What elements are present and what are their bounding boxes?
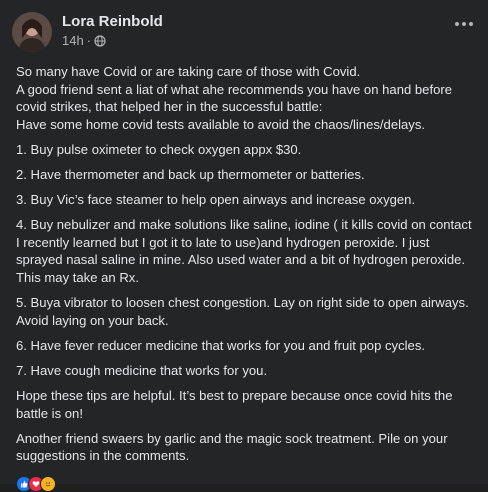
- reactions-summary[interactable]: [16, 476, 476, 492]
- list-item: 6. Have fever reducer medicine that work…: [16, 337, 426, 353]
- facebook-post: Lora Reinbold 14h · So many have Covid o…: [0, 0, 488, 492]
- intro-line: So many have Covid or are taking care of…: [16, 64, 361, 79]
- list-item: 1. Buy pulse oximeter to check oxygen ap…: [16, 141, 302, 157]
- post-text: So many have Covid or are taking care of…: [16, 63, 478, 472]
- list-item: 7. Have cough medicine that works for yo…: [16, 362, 268, 378]
- post-header: Lora Reinbold 14h ·: [12, 12, 476, 54]
- list-item: 5. Buya vibrator to loosen chest congest…: [16, 295, 469, 328]
- outro-paragraph: Hope these tips are helpful. It’s best t…: [16, 387, 453, 421]
- globe-icon[interactable]: [94, 34, 106, 47]
- list-item: 4. Buy nebulizer and make solutions like…: [16, 217, 472, 285]
- meta-separator: ·: [86, 33, 92, 48]
- intro-line: Have some home covid tests available to …: [16, 116, 426, 132]
- more-options-icon[interactable]: [452, 14, 476, 34]
- intro-line: A good friend sent a liat of what ahe re…: [16, 81, 453, 115]
- profile-photo: [12, 12, 52, 52]
- list-item: 3. Buy Vic’s face steamer to help open a…: [16, 192, 416, 208]
- outro-paragraph: Another friend swaers by garlic and the …: [16, 430, 448, 464]
- post-timestamp[interactable]: 14h: [62, 33, 84, 48]
- post-intro: So many have Covid or are taking care of…: [16, 63, 478, 133]
- post-meta: 14h ·: [62, 33, 106, 48]
- avatar[interactable]: [12, 12, 52, 52]
- care-reaction-icon: [40, 476, 56, 492]
- post-author-name[interactable]: Lora Reinbold: [62, 13, 163, 30]
- list-item: 2. Have thermometer and back up thermome…: [16, 166, 365, 182]
- post-footer: [16, 476, 476, 492]
